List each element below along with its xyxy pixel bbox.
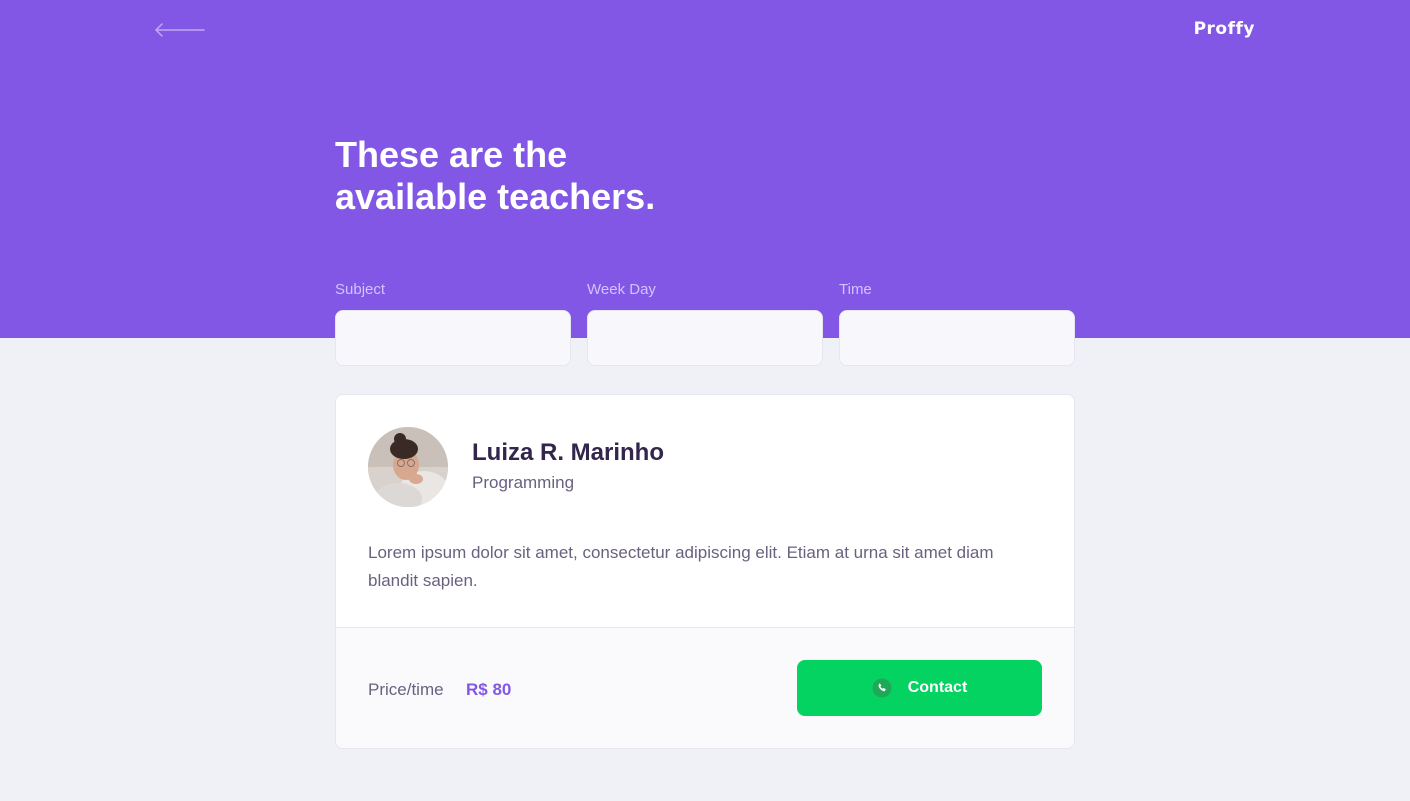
page-title: These are the available teachers.	[335, 134, 755, 218]
top-bar: Proffy	[0, 0, 1410, 60]
teacher-name: Luiza R. Marinho	[472, 439, 664, 466]
contact-button-label: Contact	[907, 679, 968, 696]
filter-time: Time	[839, 280, 1075, 366]
subject-input[interactable]	[335, 310, 571, 366]
whatsapp-icon	[872, 678, 892, 698]
teacher-card: Luiza R. Marinho Programming Lorem ipsum…	[335, 394, 1075, 749]
card-footer: Price/time R$ 80 Contact	[336, 627, 1074, 748]
contact-button[interactable]: Contact	[797, 660, 1042, 716]
filter-subject: Subject	[335, 280, 571, 366]
price-value: R$ 80	[466, 680, 512, 699]
subject-label: Subject	[335, 281, 386, 298]
arrow-left-icon	[155, 23, 205, 37]
page-title-line-2: available teachers.	[335, 176, 656, 217]
avatar	[368, 427, 448, 507]
search-filters: Subject Week Day Time	[335, 280, 1075, 366]
logo: Proffy	[1193, 19, 1255, 39]
time-label: Time	[839, 281, 872, 298]
teacher-bio: Lorem ipsum dolor sit amet, consectetur …	[368, 543, 994, 590]
filter-week-day: Week Day	[587, 280, 823, 366]
week-day-label: Week Day	[587, 281, 656, 298]
teacher-photo	[368, 427, 448, 507]
teacher-subject: Programming	[472, 473, 575, 492]
price-label: Price/time	[368, 680, 444, 699]
page-title-line-1: These are the	[335, 134, 568, 175]
week-day-input[interactable]	[587, 310, 823, 366]
time-input[interactable]	[839, 310, 1075, 366]
back-button[interactable]	[150, 18, 210, 42]
